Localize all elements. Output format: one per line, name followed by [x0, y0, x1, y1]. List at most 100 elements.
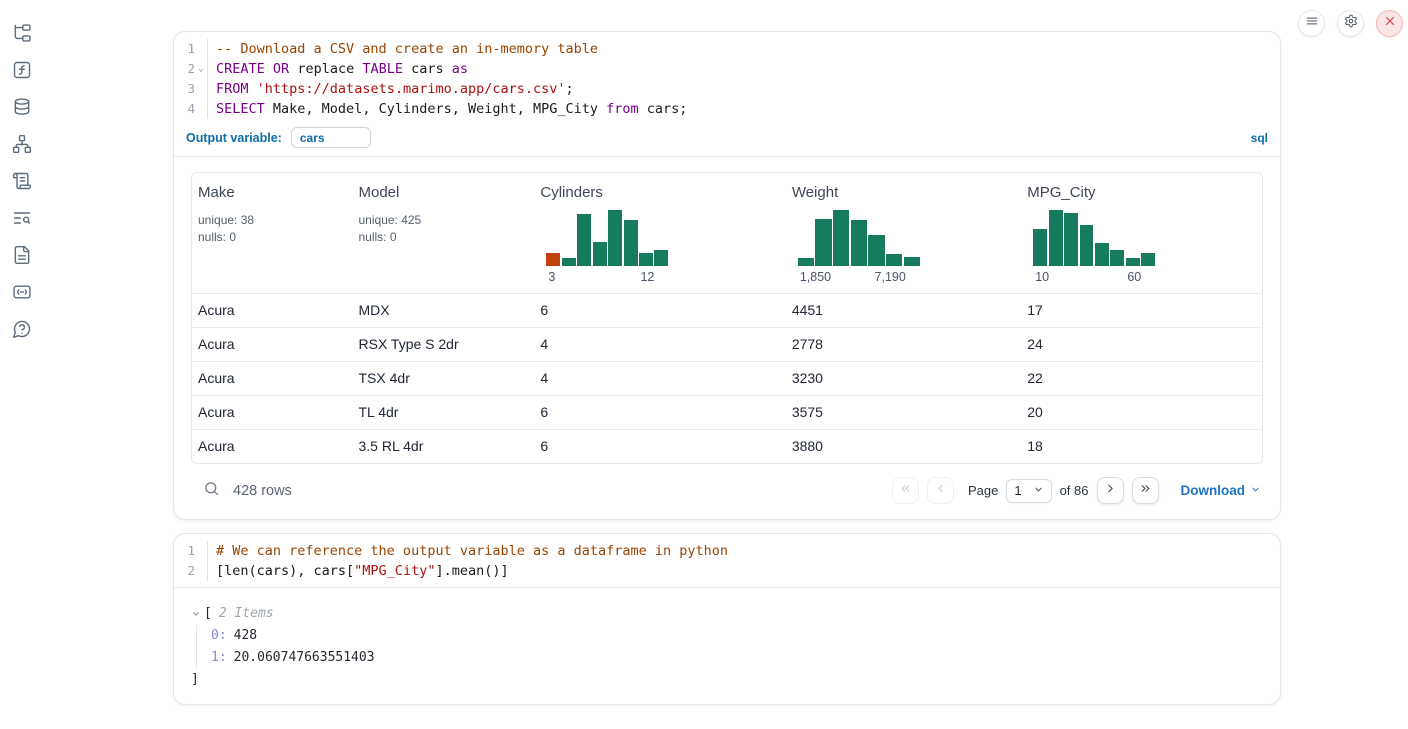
cell-model: MDX	[353, 294, 535, 327]
hist-bar	[608, 210, 622, 266]
help-icon[interactable]	[12, 318, 33, 339]
cell-mpg-city: 18	[1021, 430, 1262, 463]
hist-max-label: 7,190	[875, 270, 906, 284]
item-index: 0:	[211, 628, 227, 643]
mpg-city-histogram	[1033, 210, 1155, 266]
row-count: 428 rows	[233, 483, 292, 499]
cell-model: TL 4dr	[353, 396, 535, 429]
hist-min-label: 3	[548, 270, 555, 284]
column-header-model: Model unique: 425 nulls: 0	[353, 173, 535, 293]
output-variable-input[interactable]	[291, 127, 371, 148]
last-page-button[interactable]	[1132, 477, 1159, 504]
logs-search-icon[interactable]	[12, 207, 33, 228]
code-line[interactable]: [len(cars), cars["MPG_City"].mean()]	[216, 561, 1280, 581]
chevron-left-icon	[934, 482, 947, 500]
hist-bar	[868, 235, 884, 266]
python-code-content[interactable]: # We can reference the output variable a…	[208, 541, 1280, 581]
hist-bar	[886, 254, 902, 266]
line-number: 2	[174, 59, 195, 79]
cylinders-histogram	[546, 210, 668, 266]
pagination: Page 1 of 86 Download	[892, 477, 1261, 504]
chevron-down-icon	[1250, 483, 1261, 498]
hist-bar	[1141, 253, 1155, 266]
hist-bar	[1095, 243, 1109, 266]
column-label[interactable]: Weight	[792, 184, 1015, 201]
database-icon[interactable]	[12, 96, 33, 117]
list-item: 1:20.060747663551403	[211, 647, 1264, 669]
hist-max-label: 60	[1127, 270, 1141, 284]
line-number: 1	[174, 39, 195, 59]
hist-bar	[654, 250, 668, 266]
cell-make: Acura	[192, 362, 353, 395]
python-code-editor[interactable]: 12 # We can reference the output variabl…	[174, 534, 1280, 588]
collapse-chevron-icon[interactable]	[191, 609, 204, 619]
fold-chevron-icon[interactable]: ⌄	[195, 64, 207, 74]
settings-button[interactable]	[1337, 10, 1364, 37]
table-row[interactable]: Acura RSX Type S 2dr 4 2778 24	[192, 327, 1262, 361]
python-cell-output: [ 2 Items 0:428 1:20.060747663551403 ]	[174, 588, 1280, 704]
page-select[interactable]: 1	[1006, 479, 1051, 503]
function-square-icon[interactable]	[12, 59, 33, 80]
page-select-value: 1	[1014, 483, 1021, 498]
sql-code-content[interactable]: -- Download a CSV and create an in-memor…	[208, 39, 1280, 119]
code-line[interactable]: SELECT Make, Model, Cylinders, Weight, M…	[216, 99, 1280, 119]
cell-mpg-city: 24	[1021, 328, 1262, 361]
shutdown-button[interactable]	[1376, 10, 1403, 37]
sql-code-editor[interactable]: 12⌄34 -- Download a CSV and create an in…	[174, 32, 1280, 125]
column-label[interactable]: Cylinders	[540, 184, 779, 201]
cell-model: TSX 4dr	[353, 362, 535, 395]
scroll-icon[interactable]	[12, 170, 33, 191]
column-unique-stat: unique: 38	[198, 212, 347, 229]
table-row[interactable]: Acura TSX 4dr 4 3230 22	[192, 361, 1262, 395]
cell-mpg-city: 17	[1021, 294, 1262, 327]
hist-bar	[1110, 250, 1124, 266]
document-icon[interactable]	[12, 244, 33, 265]
first-page-button[interactable]	[892, 477, 919, 504]
list-item: 0:428	[211, 625, 1264, 647]
next-page-button[interactable]	[1097, 477, 1124, 504]
close-icon	[1383, 14, 1397, 33]
table-row[interactable]: Acura TL 4dr 6 3575 20	[192, 395, 1262, 429]
hist-bar	[1049, 210, 1063, 266]
column-label[interactable]: MPG_City	[1027, 184, 1256, 201]
column-header-make: Make unique: 38 nulls: 0	[192, 173, 353, 293]
sql-cell-footer: Output variable: sql	[174, 125, 1280, 157]
table-row[interactable]: Acura 3.5 RL 4dr 6 3880 18	[192, 429, 1262, 463]
code-line[interactable]: -- Download a CSV and create an in-memor…	[216, 39, 1280, 59]
menu-button[interactable]	[1298, 10, 1325, 37]
hist-bar	[798, 258, 814, 266]
cell-mpg-city: 20	[1021, 396, 1262, 429]
code-line[interactable]: # We can reference the output variable a…	[216, 541, 1280, 561]
hist-bar	[851, 220, 867, 266]
column-nulls-stat: nulls: 0	[198, 229, 347, 246]
hist-bar	[624, 220, 638, 266]
file-tree-icon[interactable]	[12, 22, 33, 43]
line-number: 1	[174, 541, 195, 561]
code-line[interactable]: CREATE OR replace TABLE cars as	[216, 59, 1280, 79]
line-number: 4	[174, 99, 195, 119]
python-cell: 12 # We can reference the output variabl…	[173, 533, 1281, 705]
hist-max-label: 12	[640, 270, 654, 284]
snippets-icon[interactable]	[12, 281, 33, 302]
sidebar	[0, 0, 44, 729]
column-label[interactable]: Make	[198, 184, 347, 201]
weight-histogram	[798, 210, 920, 266]
download-button[interactable]: Download	[1181, 483, 1262, 498]
line-number: 3	[174, 79, 195, 99]
hist-bar	[815, 219, 831, 266]
column-label[interactable]: Model	[359, 184, 529, 201]
hist-min-label: 1,850	[800, 270, 831, 284]
hist-bar	[562, 258, 576, 266]
code-line[interactable]: FROM 'https://datasets.marimo.app/cars.c…	[216, 79, 1280, 99]
prev-page-button[interactable]	[927, 477, 954, 504]
page-label: Page	[968, 483, 998, 498]
column-header-mpg-city: MPG_City 10 60	[1021, 173, 1262, 293]
search-icon[interactable]	[203, 480, 220, 501]
chevrons-right-icon	[1139, 482, 1152, 500]
hist-bar	[1126, 258, 1140, 266]
column-nulls-stat: nulls: 0	[359, 229, 529, 246]
dependency-graph-icon[interactable]	[12, 133, 33, 154]
cell-cylinders: 4	[534, 328, 785, 361]
cell-cylinders: 6	[534, 294, 785, 327]
table-row[interactable]: Acura MDX 6 4451 17	[192, 294, 1262, 327]
